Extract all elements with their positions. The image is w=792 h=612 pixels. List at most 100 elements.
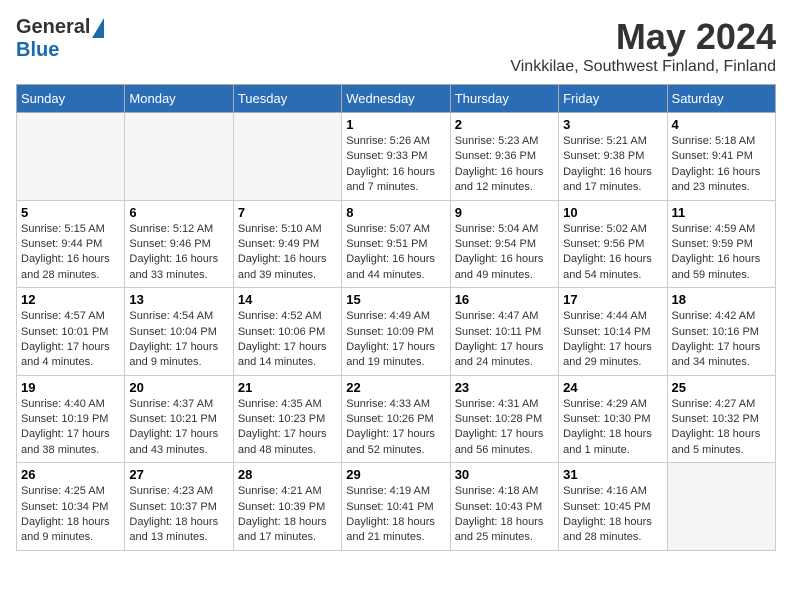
calendar-cell: 15 Sunrise: 4:49 AMSunset: 10:09 PMDaylig… bbox=[342, 288, 450, 376]
weekday-header-saturday: Saturday bbox=[667, 85, 775, 113]
calendar-cell: 21 Sunrise: 4:35 AMSunset: 10:23 PMDaylig… bbox=[233, 375, 341, 463]
day-info: Sunrise: 4:49 AMSunset: 10:09 PMDaylight… bbox=[346, 309, 445, 371]
day-info: Sunrise: 4:25 AMSunset: 10:34 PMDaylight… bbox=[21, 484, 120, 546]
day-info: Sunrise: 5:02 AMSunset: 9:56 PMDaylight:… bbox=[563, 222, 662, 284]
calendar-cell: 10 Sunrise: 5:02 AMSunset: 9:56 PMDayligh… bbox=[559, 200, 667, 288]
calendar-cell: 31 Sunrise: 4:16 AMSunset: 10:45 PMDaylig… bbox=[559, 463, 667, 551]
month-year-title: May 2024 bbox=[510, 16, 776, 58]
day-info: Sunrise: 5:23 AMSunset: 9:36 PMDaylight:… bbox=[455, 134, 554, 196]
day-number: 27 bbox=[129, 467, 228, 482]
calendar-cell: 26 Sunrise: 4:25 AMSunset: 10:34 PMDaylig… bbox=[17, 463, 125, 551]
calendar-table: SundayMondayTuesdayWednesdayThursdayFrid… bbox=[16, 84, 776, 551]
day-number: 21 bbox=[238, 380, 337, 395]
calendar-cell: 25Sunrise: 4:27 AMSunset: 10:32 PMDaylig… bbox=[667, 375, 775, 463]
day-info: Sunrise: 4:16 AMSunset: 10:45 PMDaylight… bbox=[563, 484, 662, 546]
day-info: Sunrise: 5:18 AMSunset: 9:41 PMDaylight:… bbox=[672, 134, 771, 196]
weekday-header-thursday: Thursday bbox=[450, 85, 558, 113]
calendar-cell: 1 Sunrise: 5:26 AMSunset: 9:33 PMDaylight… bbox=[342, 113, 450, 201]
day-info: Sunrise: 4:21 AMSunset: 10:39 PMDaylight… bbox=[238, 484, 337, 546]
calendar-cell: 3 Sunrise: 5:21 AMSunset: 9:38 PMDaylight… bbox=[559, 113, 667, 201]
day-number: 4 bbox=[672, 117, 771, 132]
day-info: Sunrise: 4:33 AMSunset: 10:26 PMDaylight… bbox=[346, 397, 445, 459]
calendar-cell bbox=[233, 113, 341, 201]
calendar-cell: 27 Sunrise: 4:23 AMSunset: 10:37 PMDaylig… bbox=[125, 463, 233, 551]
calendar-cell: 18 Sunrise: 4:42 AMSunset: 10:16 PMDaylig… bbox=[667, 288, 775, 376]
calendar-cell: 8 Sunrise: 5:07 AMSunset: 9:51 PMDaylight… bbox=[342, 200, 450, 288]
page-header: General Blue May 2024 Vinkkilae, Southwe… bbox=[16, 16, 776, 76]
calendar-cell: 9 Sunrise: 5:04 AMSunset: 9:54 PMDaylight… bbox=[450, 200, 558, 288]
day-number: 12 bbox=[21, 292, 120, 307]
day-info: Sunrise: 4:42 AMSunset: 10:16 PMDaylight… bbox=[672, 309, 771, 371]
day-number: 13 bbox=[129, 292, 228, 307]
day-number: 20 bbox=[129, 380, 228, 395]
calendar-cell: 23 Sunrise: 4:31 AMSunset: 10:28 PMDaylig… bbox=[450, 375, 558, 463]
day-info: Sunrise: 4:31 AMSunset: 10:28 PMDaylight… bbox=[455, 397, 554, 459]
day-number: 30 bbox=[455, 467, 554, 482]
calendar-cell: 20Sunrise: 4:37 AMSunset: 10:21 PMDaylig… bbox=[125, 375, 233, 463]
day-number: 23 bbox=[455, 380, 554, 395]
day-number: 2 bbox=[455, 117, 554, 132]
weekday-header-wednesday: Wednesday bbox=[342, 85, 450, 113]
day-info: Sunrise: 4:23 AMSunset: 10:37 PMDaylight… bbox=[129, 484, 228, 546]
day-info: Sunrise: 4:18 AMSunset: 10:43 PMDaylight… bbox=[455, 484, 554, 546]
day-info: Sunrise: 4:52 AMSunset: 10:06 PMDaylight… bbox=[238, 309, 337, 371]
calendar-cell bbox=[17, 113, 125, 201]
day-number: 7 bbox=[238, 205, 337, 220]
day-number: 17 bbox=[563, 292, 662, 307]
calendar-cell: 13 Sunrise: 4:54 AMSunset: 10:04 PMDaylig… bbox=[125, 288, 233, 376]
day-info: Sunrise: 4:35 AMSunset: 10:23 PMDaylight… bbox=[238, 397, 337, 459]
day-number: 14 bbox=[238, 292, 337, 307]
day-number: 15 bbox=[346, 292, 445, 307]
week-row-4: 19 Sunrise: 4:40 AMSunset: 10:19 PMDaylig… bbox=[17, 375, 776, 463]
day-info: Sunrise: 4:19 AMSunset: 10:41 PMDaylight… bbox=[346, 484, 445, 546]
day-info: Sunrise: 4:54 AMSunset: 10:04 PMDaylight… bbox=[129, 309, 228, 371]
week-row-5: 26 Sunrise: 4:25 AMSunset: 10:34 PMDaylig… bbox=[17, 463, 776, 551]
logo-general-text: General bbox=[16, 16, 90, 39]
day-info: Sunrise: 4:44 AMSunset: 10:14 PMDaylight… bbox=[563, 309, 662, 371]
title-block: May 2024 Vinkkilae, Southwest Finland, F… bbox=[510, 16, 776, 76]
day-number: 3 bbox=[563, 117, 662, 132]
week-row-2: 5 Sunrise: 5:15 AMSunset: 9:44 PMDaylight… bbox=[17, 200, 776, 288]
day-number: 10 bbox=[563, 205, 662, 220]
day-number: 19 bbox=[21, 380, 120, 395]
calendar-cell: 28Sunrise: 4:21 AMSunset: 10:39 PMDaylig… bbox=[233, 463, 341, 551]
day-number: 16 bbox=[455, 292, 554, 307]
calendar-cell: 16 Sunrise: 4:47 AMSunset: 10:11 PMDaylig… bbox=[450, 288, 558, 376]
day-info: Sunrise: 5:04 AMSunset: 9:54 PMDaylight:… bbox=[455, 222, 554, 284]
calendar-cell bbox=[667, 463, 775, 551]
day-info: Sunrise: 5:21 AMSunset: 9:38 PMDaylight:… bbox=[563, 134, 662, 196]
day-number: 24 bbox=[563, 380, 662, 395]
logo-triangle-icon bbox=[92, 18, 104, 38]
day-number: 1 bbox=[346, 117, 445, 132]
day-number: 9 bbox=[455, 205, 554, 220]
calendar-cell: 7Sunrise: 5:10 AMSunset: 9:49 PMDaylight… bbox=[233, 200, 341, 288]
day-info: Sunrise: 5:07 AMSunset: 9:51 PMDaylight:… bbox=[346, 222, 445, 284]
week-row-3: 12 Sunrise: 4:57 AMSunset: 10:01 PMDaylig… bbox=[17, 288, 776, 376]
day-number: 26 bbox=[21, 467, 120, 482]
week-row-1: 1 Sunrise: 5:26 AMSunset: 9:33 PMDaylight… bbox=[17, 113, 776, 201]
calendar-cell: 2 Sunrise: 5:23 AMSunset: 9:36 PMDaylight… bbox=[450, 113, 558, 201]
day-number: 25 bbox=[672, 380, 771, 395]
day-info: Sunrise: 5:26 AMSunset: 9:33 PMDaylight:… bbox=[346, 134, 445, 196]
day-number: 8 bbox=[346, 205, 445, 220]
logo: General Blue bbox=[16, 16, 104, 62]
day-number: 6 bbox=[129, 205, 228, 220]
logo-blue-text: Blue bbox=[16, 39, 59, 62]
weekday-header-friday: Friday bbox=[559, 85, 667, 113]
day-info: Sunrise: 4:47 AMSunset: 10:11 PMDaylight… bbox=[455, 309, 554, 371]
calendar-cell: 5 Sunrise: 5:15 AMSunset: 9:44 PMDaylight… bbox=[17, 200, 125, 288]
day-number: 5 bbox=[21, 205, 120, 220]
weekday-header-monday: Monday bbox=[125, 85, 233, 113]
day-info: Sunrise: 4:57 AMSunset: 10:01 PMDaylight… bbox=[21, 309, 120, 371]
day-number: 31 bbox=[563, 467, 662, 482]
calendar-cell: 17 Sunrise: 4:44 AMSunset: 10:14 PMDaylig… bbox=[559, 288, 667, 376]
calendar-cell: 11Sunrise: 4:59 AMSunset: 9:59 PMDayligh… bbox=[667, 200, 775, 288]
day-number: 18 bbox=[672, 292, 771, 307]
day-number: 11 bbox=[672, 205, 771, 220]
calendar-cell bbox=[125, 113, 233, 201]
calendar-cell: 22Sunrise: 4:33 AMSunset: 10:26 PMDaylig… bbox=[342, 375, 450, 463]
calendar-cell: 12 Sunrise: 4:57 AMSunset: 10:01 PMDaylig… bbox=[17, 288, 125, 376]
calendar-cell: 29Sunrise: 4:19 AMSunset: 10:41 PMDaylig… bbox=[342, 463, 450, 551]
day-info: Sunrise: 4:40 AMSunset: 10:19 PMDaylight… bbox=[21, 397, 120, 459]
day-info: Sunrise: 5:15 AMSunset: 9:44 PMDaylight:… bbox=[21, 222, 120, 284]
